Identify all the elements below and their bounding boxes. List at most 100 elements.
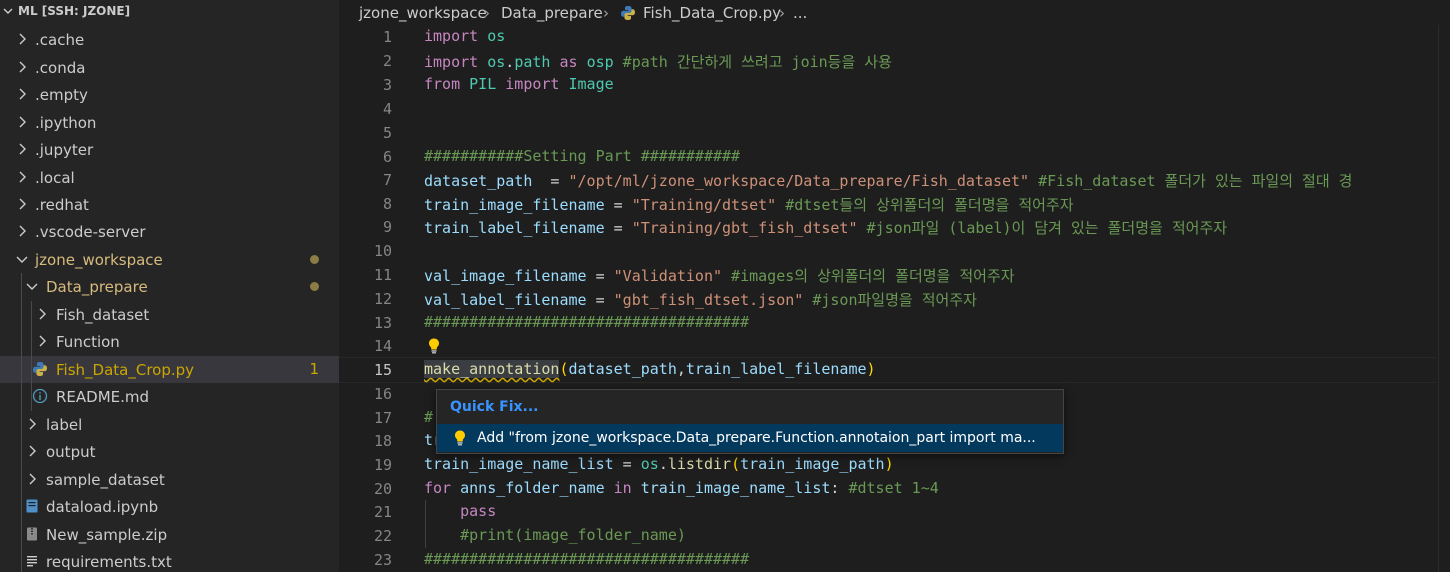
code-text: import os.path as osp #path 간단하게 쓰려고 joi… xyxy=(424,53,892,71)
tree-item-label: jzone_workspace xyxy=(35,251,163,269)
line-number: 18 xyxy=(373,432,392,450)
tree-item-new-sample-zip[interactable]: New_sample.zip xyxy=(0,521,339,548)
notebook-icon xyxy=(26,499,38,513)
python-file-icon xyxy=(621,6,635,20)
explorer-title: ML [SSH: JZONE] xyxy=(18,4,131,18)
chevron-down-icon xyxy=(26,283,38,290)
tree-item-readme[interactable]: README.md xyxy=(0,383,339,410)
line-number: 7 xyxy=(382,171,392,189)
tree-item-label: .conda xyxy=(35,59,86,77)
scrollbar-thumb[interactable] xyxy=(1438,25,1450,572)
tree-item-jzone-workspace[interactable]: jzone_workspace xyxy=(0,246,339,273)
quick-fix-menu: Quick Fix... Add "from jzone_workspace.D… xyxy=(436,389,1064,454)
breadcrumb-item[interactable]: ... xyxy=(793,4,807,22)
chevron-right-icon: › xyxy=(603,4,609,22)
code-line[interactable]: 3 from PIL import Image xyxy=(339,73,1450,97)
line-number: 12 xyxy=(373,290,392,308)
line-number: 10 xyxy=(373,242,392,260)
tree-item-requirements[interactable]: requirements.txt xyxy=(0,548,339,572)
tree-item-label-folder[interactable]: label xyxy=(0,411,339,438)
code-line[interactable]: 5 xyxy=(339,121,1450,145)
explorer-header[interactable]: ML [SSH: JZONE] xyxy=(0,0,339,25)
code-text: import os xyxy=(424,27,506,45)
tree-item-redhat[interactable]: .redhat xyxy=(0,191,339,218)
chevron-right-icon xyxy=(29,418,36,430)
line-number: 22 xyxy=(373,527,392,545)
tree-item-output[interactable]: output xyxy=(0,438,339,465)
tree-item-dataload[interactable]: dataload.ipynb xyxy=(0,493,339,520)
code-line[interactable]: 21 pass xyxy=(339,500,1450,524)
chevron-right-icon xyxy=(19,33,26,45)
chevron-right-icon xyxy=(19,61,26,73)
code-line[interactable]: 20 for anns_folder_name in train_image_n… xyxy=(339,477,1450,501)
code-text: val_image_filename = "Validation" #image… xyxy=(424,267,1015,285)
chevron-right-icon xyxy=(29,445,36,457)
tree-item-label: requirements.txt xyxy=(46,553,172,571)
line-number: 16 xyxy=(373,385,392,403)
tree-item-label: .cache xyxy=(35,31,85,49)
code-line[interactable]: 10 xyxy=(339,239,1450,263)
code-editor[interactable]: jzone_workspace › Data_prepare › Fish_Da… xyxy=(339,0,1450,572)
tree-item-local[interactable]: .local xyxy=(0,164,339,191)
code-line[interactable]: 12 val_label_filename = "gbt_fish_dtset.… xyxy=(339,287,1450,311)
code-line[interactable]: 14 xyxy=(339,334,1450,358)
code-line[interactable]: 22 #print(image_folder_name) xyxy=(339,524,1450,548)
breadcrumb-item[interactable]: Data_prepare xyxy=(501,4,603,22)
code-line[interactable]: 23 #################################### xyxy=(339,548,1450,572)
tree-item-label: dataload.ipynb xyxy=(46,498,159,516)
tree-item-jupyter[interactable]: .jupyter xyxy=(0,136,339,163)
code-text: train_image_filename = "Training/dtset" … xyxy=(424,196,1074,214)
line-number: 21 xyxy=(373,503,392,521)
code-text: for anns_folder_name in train_image_name… xyxy=(424,479,939,497)
code-line[interactable]: 9 train_label_filename = "Training/gbt_f… xyxy=(339,215,1450,239)
tree-item-label: .ipython xyxy=(35,114,97,132)
chevron-right-icon xyxy=(19,116,26,128)
chevron-right-icon xyxy=(39,308,46,320)
code-line[interactable]: 13 #################################### xyxy=(339,311,1450,335)
chevron-down-icon xyxy=(3,8,13,14)
line-number: 1 xyxy=(382,28,392,46)
code-line[interactable]: 8 train_image_filename = "Training/dtset… xyxy=(339,192,1450,216)
tree-item-cache[interactable]: .cache xyxy=(0,26,339,53)
code-text: make_annotation(dataset_path,train_label… xyxy=(424,360,876,378)
line-number: 15 xyxy=(373,361,392,379)
vertical-scrollbar[interactable] xyxy=(1436,25,1450,572)
tree-item-conda[interactable]: .conda xyxy=(0,54,339,81)
chevron-down-icon xyxy=(16,256,28,263)
code-line[interactable]: 11 val_image_filename = "Validation" #im… xyxy=(339,263,1450,287)
code-line-current[interactable]: 15 make_annotation(dataset_path,train_la… xyxy=(339,357,1450,383)
breadcrumb-item[interactable]: Fish_Data_Crop.py xyxy=(643,4,781,22)
tree-item-vscode-server[interactable]: .vscode-server xyxy=(0,218,339,245)
explorer-sidebar: ML [SSH: JZONE] .cache .conda .empty .ip… xyxy=(0,0,339,572)
breadcrumb-item[interactable]: jzone_workspace xyxy=(359,4,487,22)
tree-item-label: .redhat xyxy=(35,196,89,214)
tree-item-ipython[interactable]: .ipython xyxy=(0,109,339,136)
chevron-right-icon: › xyxy=(484,4,490,22)
line-number: 23 xyxy=(373,551,392,569)
lightbulb-icon[interactable] xyxy=(427,337,441,355)
tree-item-label: Data_prepare xyxy=(46,278,148,296)
indent-guide xyxy=(31,301,32,411)
tree-item-label: New_sample.zip xyxy=(46,526,168,544)
code-line[interactable]: 7 dataset_path = "/opt/ml/jzone_workspac… xyxy=(339,168,1450,192)
tree-item-sample-dataset[interactable]: sample_dataset xyxy=(0,466,339,493)
tree-item-label: README.md xyxy=(56,388,150,406)
tree-item-fish-data-crop[interactable]: Fish_Data_Crop.py 1 xyxy=(0,356,339,383)
code-line[interactable]: 4 xyxy=(339,97,1450,121)
indent-guide xyxy=(21,273,22,572)
code-line[interactable]: 6 ###########Setting Part ########### xyxy=(339,145,1450,169)
tree-item-fish-dataset[interactable]: Fish_dataset xyxy=(0,301,339,328)
modified-dot xyxy=(310,255,319,264)
line-number: 6 xyxy=(382,148,392,166)
tree-item-label: .empty xyxy=(35,86,88,104)
code-text: from PIL import Image xyxy=(424,75,614,93)
code-line[interactable]: 2 import os.path as osp #path 간단하게 쓰려고 j… xyxy=(339,49,1450,73)
tree-item-data-prepare[interactable]: Data_prepare xyxy=(0,273,339,300)
quick-fix-item[interactable]: Add "from jzone_workspace.Data_prepare.F… xyxy=(437,424,1063,452)
tree-item-empty[interactable]: .empty xyxy=(0,81,339,108)
breadcrumb: jzone_workspace › Data_prepare › Fish_Da… xyxy=(339,0,1450,25)
code-line[interactable]: 1 import os xyxy=(339,25,1450,49)
code-line[interactable]: 19 train_image_name_list = os.listdir(tr… xyxy=(339,453,1450,477)
tree-item-function[interactable]: Function xyxy=(0,328,339,355)
line-number: 3 xyxy=(382,76,392,94)
